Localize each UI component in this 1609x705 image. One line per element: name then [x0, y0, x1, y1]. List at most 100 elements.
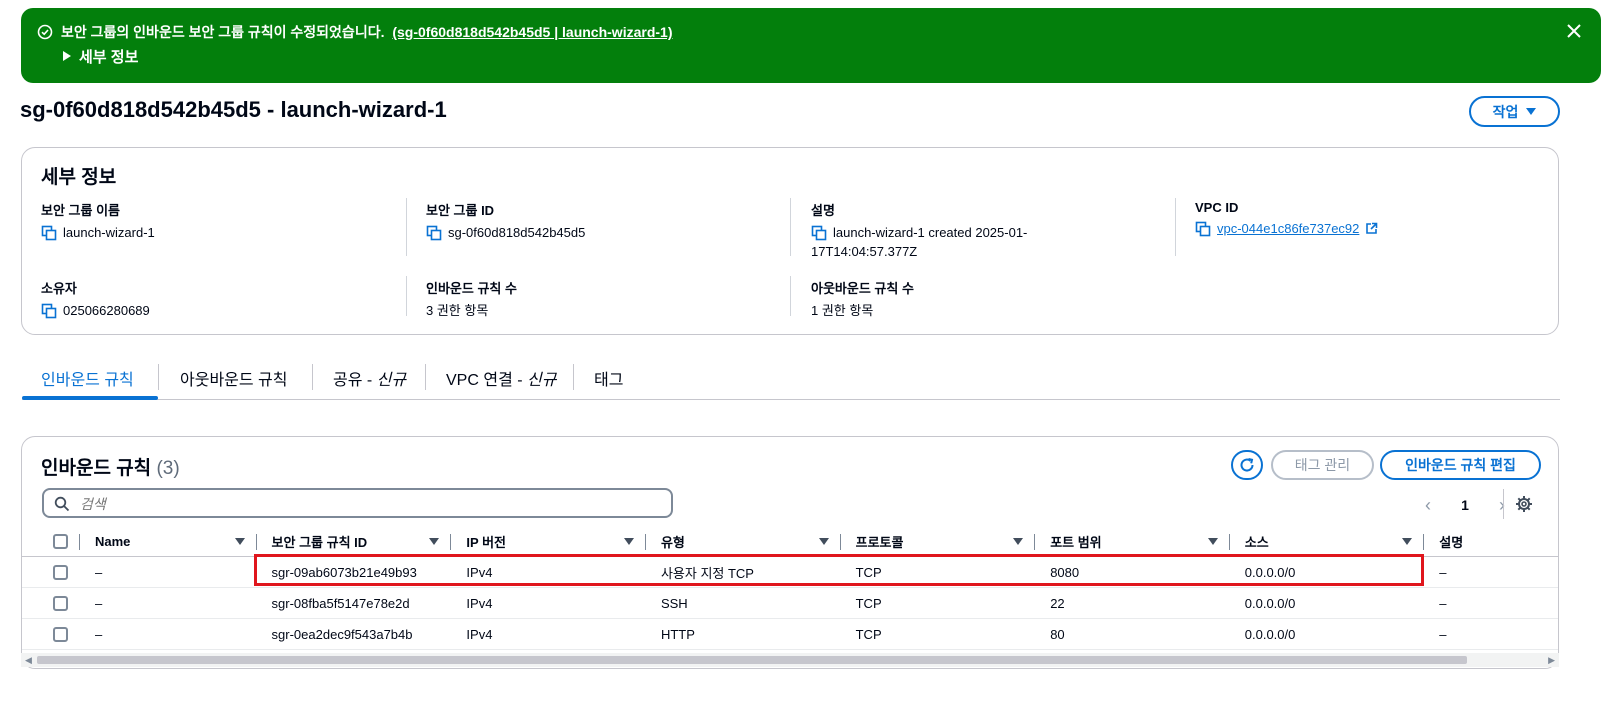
- table-row[interactable]: – sgr-0ea2dec9f543a7b4b IPv4 HTTP TCP 80…: [22, 618, 1558, 650]
- sort-caret-icon[interactable]: [234, 537, 245, 545]
- actions-label: 작업: [1492, 103, 1519, 120]
- vpc-id-field: VPC ID vpc-044e1c86fe737ec92: [1195, 200, 1378, 238]
- column-header-description[interactable]: 설명: [1424, 526, 1558, 557]
- inbound-rules-heading: 인바운드 규칙 (3): [41, 458, 180, 479]
- select-all-checkbox[interactable]: [53, 533, 68, 549]
- manage-tags-button[interactable]: 태그 관리: [1271, 450, 1374, 480]
- column-header-ip-version[interactable]: IP 버전: [451, 526, 646, 557]
- column-header-name[interactable]: Name: [79, 526, 257, 557]
- page-title: sg-0f60d818d542b45d5 - launch-wizard-1: [20, 97, 447, 122]
- tab-sharing[interactable]: 공유 - 신규: [333, 366, 406, 390]
- divider: [573, 364, 574, 390]
- sg-name-label: 보안 그룹 이름: [41, 203, 120, 218]
- caret-down-icon: [1526, 108, 1537, 115]
- cell-rule-id: sgr-08fba5f5147e78e2d: [271, 595, 410, 611]
- details-panel: 세부 정보 보안 그룹 이름 launch-wizard-1 보안 그룹 ID …: [21, 147, 1559, 335]
- column-header-port-range[interactable]: 포트 범위: [1035, 526, 1230, 557]
- owner-label: 소유자: [41, 281, 77, 296]
- cell-port-range: 22: [1050, 595, 1065, 611]
- tab-inbound-rules[interactable]: 인바운드 규칙: [41, 366, 134, 390]
- divider: [790, 276, 791, 316]
- column-header-source[interactable]: 소스: [1229, 526, 1425, 557]
- description-line-1: launch-wizard-1 created 2025-01-: [833, 225, 1028, 240]
- sg-id-field: 보안 그룹 ID sg-0f60d818d542b45d5: [426, 200, 585, 242]
- actions-dropdown-button[interactable]: 작업: [1469, 96, 1560, 127]
- row-checkbox[interactable]: [53, 626, 68, 642]
- scroll-right-icon[interactable]: ▶: [1548, 655, 1555, 666]
- sg-id-label: 보안 그룹 ID: [426, 203, 495, 218]
- details-heading: 세부 정보: [41, 167, 117, 188]
- search-field[interactable]: [42, 488, 673, 518]
- flash-details-label: 세부 정보: [79, 49, 139, 66]
- description-field: 설명 launch-wizard-1 created 2025-01- 17T1…: [811, 200, 1027, 261]
- copy-icon[interactable]: [1195, 221, 1211, 237]
- row-checkbox[interactable]: [53, 595, 68, 611]
- description-line-2: 17T14:04:57.377Z: [811, 244, 918, 259]
- page-number[interactable]: 1: [1461, 497, 1469, 513]
- cell-protocol: TCP: [855, 626, 882, 642]
- copy-icon[interactable]: [811, 225, 827, 241]
- sort-caret-icon[interactable]: [1207, 537, 1218, 545]
- preferences-button[interactable]: [1503, 489, 1543, 519]
- external-link-icon[interactable]: [1365, 222, 1378, 235]
- inbound-rules-panel: 인바운드 규칙 (3) 태그 관리 인바운드 규칙 편집 ‹ 1 ›: [21, 436, 1559, 669]
- outbound-count-value: 1 권한 항목: [811, 303, 874, 318]
- copy-icon[interactable]: [41, 225, 57, 241]
- sort-caret-icon[interactable]: [818, 537, 829, 545]
- column-header-type[interactable]: 유형: [645, 526, 841, 557]
- owner-value: 025066280689: [63, 303, 150, 318]
- divider: [312, 364, 313, 390]
- scroll-left-icon[interactable]: ◀: [25, 655, 32, 666]
- sort-caret-icon[interactable]: [1402, 537, 1413, 545]
- scrollbar-thumb[interactable]: [37, 656, 1467, 664]
- copy-icon[interactable]: [41, 303, 57, 319]
- flash-details-toggle[interactable]: 세부 정보: [63, 46, 138, 67]
- chevron-left-icon[interactable]: ‹: [1425, 495, 1431, 516]
- highlight-box: [254, 554, 1424, 586]
- inbound-count-value: 3 권한 항목: [426, 303, 489, 318]
- gear-icon: [1515, 496, 1532, 512]
- cell-description: –: [1439, 595, 1447, 611]
- horizontal-scrollbar[interactable]: ◀ ▶: [21, 653, 1559, 667]
- sort-caret-icon[interactable]: [623, 537, 634, 545]
- search-icon: [54, 496, 70, 512]
- column-header-rule-id[interactable]: 보안 그룹 규칙 ID: [256, 526, 452, 557]
- cell-description: –: [1439, 564, 1447, 580]
- copy-icon[interactable]: [426, 225, 442, 241]
- column-header-protocol[interactable]: 프로토콜: [840, 526, 1036, 557]
- cell-name: –: [94, 626, 103, 642]
- tab-tags[interactable]: 태그: [594, 366, 623, 390]
- cell-source: 0.0.0.0/0: [1244, 626, 1296, 642]
- sort-caret-icon[interactable]: [1013, 537, 1024, 545]
- cell-ip-version: IPv4: [466, 595, 493, 611]
- flash-sg-link[interactable]: (sg-0f60d818d542b45d5 | launch-wizard-1): [392, 24, 672, 40]
- edit-inbound-rules-button[interactable]: 인바운드 규칙 편집: [1380, 450, 1541, 480]
- flash-message: 보안 그룹의 인바운드 보안 그룹 규칙이 수정되었습니다. (sg-0f60d…: [61, 22, 672, 42]
- pagination: ‹ 1 ›: [1425, 495, 1505, 515]
- divider: [406, 198, 407, 256]
- cell-source: 0.0.0.0/0: [1244, 595, 1296, 611]
- refresh-button[interactable]: [1231, 450, 1263, 480]
- vpc-id-link[interactable]: vpc-044e1c86fe737ec92: [1217, 219, 1359, 238]
- cell-rule-id: sgr-0ea2dec9f543a7b4b: [271, 626, 413, 642]
- flash-message-text: 보안 그룹의 인바운드 보안 그룹 규칙이 수정되었습니다.: [61, 24, 385, 40]
- cell-type: SSH: [660, 595, 688, 611]
- tab-outbound-rules[interactable]: 아웃바운드 규칙: [180, 366, 288, 390]
- tab-bar: 인바운드 규칙 아웃바운드 규칙 공유 - 신규 VPC 연결 - 신규 태그: [22, 358, 1560, 400]
- table-row[interactable]: – sgr-08fba5f5147e78e2d IPv4 SSH TCP 22 …: [22, 587, 1558, 619]
- cell-ip-version: IPv4: [466, 626, 493, 642]
- search-input[interactable]: [80, 494, 660, 514]
- sort-caret-icon[interactable]: [429, 537, 440, 545]
- rules-count: (3): [156, 458, 180, 479]
- rules-table: Name 보안 그룹 규칙 ID IP 버전 유형 프로토콜 포트 범위 소스 …: [22, 526, 1558, 650]
- refresh-icon: [1240, 458, 1254, 472]
- row-checkbox[interactable]: [53, 564, 68, 580]
- cell-name: –: [94, 595, 103, 611]
- sg-name-field: 보안 그룹 이름 launch-wizard-1: [41, 200, 155, 242]
- sg-id-value: sg-0f60d818d542b45d5: [448, 225, 586, 240]
- divider: [425, 364, 426, 390]
- cell-port-range: 80: [1050, 626, 1065, 642]
- divider: [406, 276, 407, 316]
- close-icon[interactable]: [1565, 22, 1583, 40]
- tab-vpc-associations[interactable]: VPC 연결 - 신규: [446, 366, 556, 390]
